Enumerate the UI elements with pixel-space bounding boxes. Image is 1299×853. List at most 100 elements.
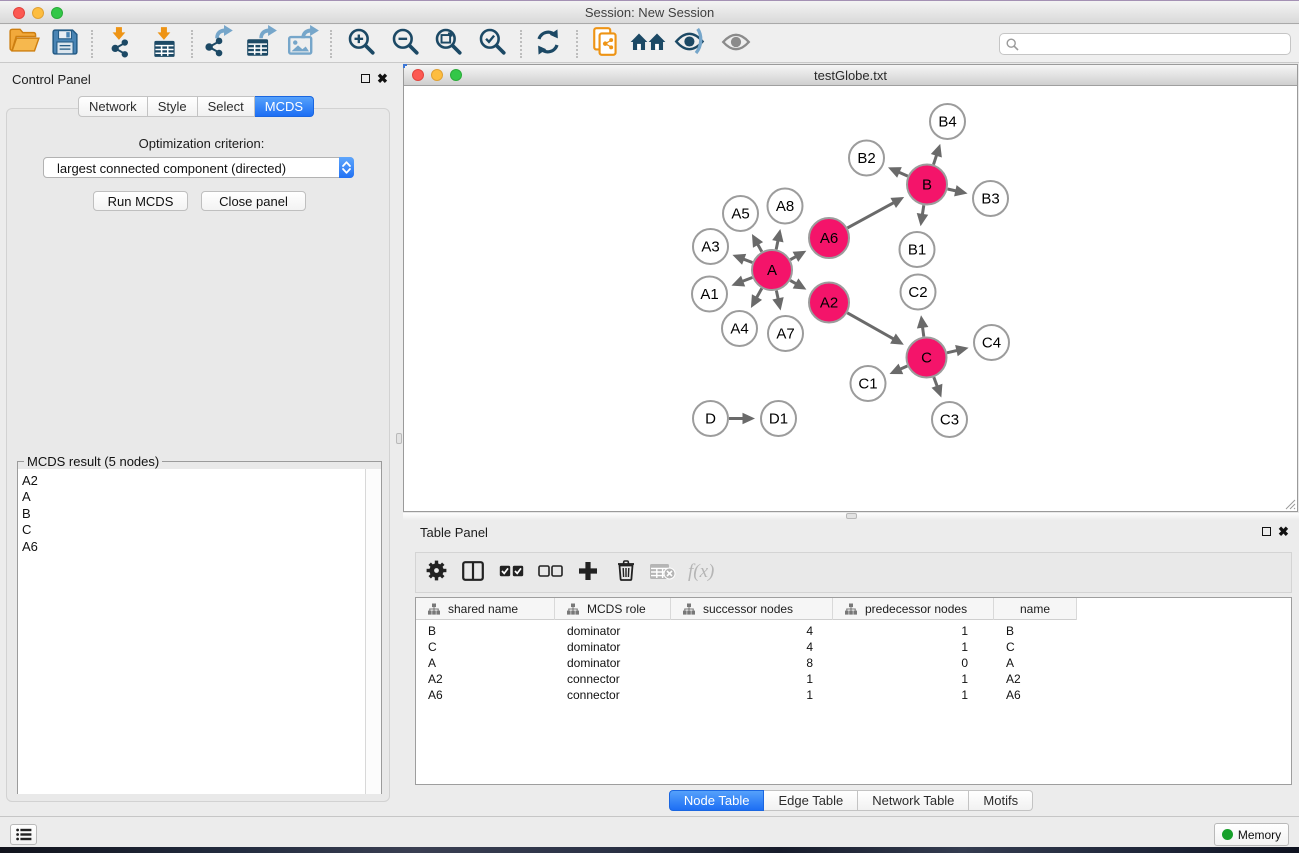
column-header-name[interactable]: name — [994, 598, 1077, 620]
float-panel-icon[interactable] — [361, 74, 370, 83]
toolbar-button-save-session[interactable] — [46, 28, 84, 60]
control-panel-title: Control Panel — [12, 72, 91, 87]
graph-node-B2[interactable]: B2 — [849, 141, 884, 176]
tab-mcds[interactable]: MCDS — [255, 96, 314, 117]
graph-node-A[interactable]: A — [752, 250, 792, 290]
graph-node-C1[interactable]: C1 — [851, 366, 886, 401]
tab-network[interactable]: Network — [78, 96, 148, 117]
table-tab-motifs[interactable]: Motifs — [969, 790, 1033, 811]
network-window-title: testGlobe.txt — [404, 68, 1297, 83]
bottom-split-divider-grip[interactable] — [846, 513, 857, 519]
table-cell: A2 — [1006, 672, 1021, 686]
criterion-combobox[interactable]: largest connected component (directed) — [43, 157, 354, 178]
memory-label: Memory — [1238, 828, 1281, 842]
show-all-icon — [720, 29, 752, 60]
table-row-A2[interactable]: A2connector11A2 — [416, 671, 1291, 687]
table-panel-close-icon[interactable]: ✖ — [1278, 524, 1289, 540]
table-panel-float-icon[interactable] — [1262, 527, 1271, 536]
table-toolbar-button-show-column-panel[interactable] — [457, 558, 489, 588]
graph-node-C2[interactable]: C2 — [901, 275, 936, 310]
graph-node-A2[interactable]: A2 — [809, 283, 849, 323]
network-window-resize-grip[interactable] — [1284, 498, 1296, 510]
graph-node-A4[interactable]: A4 — [722, 311, 757, 346]
table-cell: 8 — [671, 656, 813, 670]
graph-node-A7[interactable]: A7 — [768, 316, 803, 351]
mcds-result-item[interactable]: A — [22, 489, 31, 504]
window-title: Session: New Session — [0, 5, 1299, 20]
close-panel-button[interactable]: Close panel — [201, 191, 306, 211]
toolbar-button-export-network[interactable] — [200, 28, 238, 60]
table-tabs-wrap: Node TableEdge TableNetwork TableMotifs — [403, 790, 1299, 811]
graph-node-D[interactable]: D — [693, 401, 728, 436]
toolbar-button-zoom-out[interactable] — [386, 28, 424, 60]
export-table-icon — [245, 25, 278, 63]
graph-node-A1[interactable]: A1 — [692, 277, 727, 312]
toolbar-button-zoom-fit-content[interactable] — [430, 28, 468, 60]
table-row-A6[interactable]: A6connector11A6 — [416, 687, 1291, 703]
close-panel-icon[interactable]: ✖ — [377, 71, 388, 87]
table-toolbar-button-select-all-columns[interactable] — [495, 558, 527, 588]
table-row-A[interactable]: Adominator80A — [416, 655, 1291, 671]
table-toolbar-button-table-options[interactable] — [420, 558, 452, 588]
network-window-titlebar[interactable]: testGlobe.txt — [404, 65, 1297, 86]
graph-node-B1[interactable]: B1 — [900, 232, 935, 267]
svg-text:D1: D1 — [769, 411, 788, 428]
graph-node-C3[interactable]: C3 — [932, 402, 967, 437]
run-mcds-button[interactable]: Run MCDS — [93, 191, 188, 211]
toolbar-button-open-session[interactable] — [5, 28, 43, 60]
table-tab-network-table[interactable]: Network Table — [858, 790, 969, 811]
column-header-MCDS-role[interactable]: MCDS role — [555, 598, 671, 620]
search-box[interactable] — [999, 33, 1291, 55]
left-split-divider-grip[interactable] — [396, 433, 402, 444]
toolbar-button-copy-network-view[interactable] — [588, 28, 626, 60]
memory-button[interactable]: Memory — [1214, 823, 1289, 846]
task-history-button[interactable] — [10, 824, 37, 845]
toolbar-button-show-all[interactable] — [717, 28, 755, 60]
mcds-result-list[interactable]: A2ABC A6 — [18, 469, 381, 794]
graph-node-B3[interactable]: B3 — [973, 181, 1008, 216]
svg-text:B1: B1 — [908, 242, 926, 259]
tab-style[interactable]: Style — [148, 96, 198, 117]
mcds-result-scrollbar[interactable] — [365, 469, 381, 794]
toolbar-button-first-neighbors[interactable] — [629, 28, 667, 60]
mcds-result-item[interactable]: C — [22, 522, 31, 537]
graph-node-B4[interactable]: B4 — [930, 104, 965, 139]
table-cell: A — [1006, 656, 1014, 670]
column-header-predecessor-nodes[interactable]: predecessor nodes — [833, 598, 994, 620]
network-graph-canvas[interactable]: A A1 A2 A3 A4 A5 A6 A7 A8 B B1 B2 B3 B4 C C1 C2 C3 C4 D D1 — [404, 86, 1297, 511]
graph-node-A5[interactable]: A5 — [723, 196, 758, 231]
graph-node-C[interactable]: C — [907, 338, 947, 378]
toolbar-button-import-table-from-file[interactable] — [146, 28, 184, 60]
table-tab-node-table[interactable]: Node Table — [669, 790, 765, 811]
toolbar-separator — [520, 30, 522, 58]
mcds-result-item[interactable]: B — [22, 506, 31, 521]
toolbar-button-hide-selected[interactable] — [672, 28, 710, 60]
search-input[interactable] — [1022, 35, 1282, 53]
graph-node-C4[interactable]: C4 — [974, 325, 1009, 360]
table-options-icon — [426, 560, 447, 586]
table-toolbar-button-create-new-column[interactable] — [572, 558, 604, 588]
table-cell: 1 — [833, 672, 968, 686]
toolbar-button-apply-preferred-layout[interactable] — [529, 28, 567, 60]
table-toolbar-button-delete-columns[interactable] — [610, 558, 642, 588]
tab-select[interactable]: Select — [198, 96, 255, 117]
graph-node-A3[interactable]: A3 — [693, 229, 728, 264]
column-header-shared-name[interactable]: shared name — [416, 598, 555, 620]
table-tab-edge-table[interactable]: Edge Table — [764, 790, 858, 811]
graph-node-D1[interactable]: D1 — [761, 401, 796, 436]
column-header-successor-nodes[interactable]: successor nodes — [671, 598, 833, 620]
toolbar-button-import-network-from-file[interactable] — [101, 28, 139, 60]
toolbar-button-zoom-selected-region[interactable] — [474, 28, 512, 60]
table-row-B[interactable]: Bdominator41B — [416, 623, 1291, 639]
mcds-result-item[interactable]: A2 — [22, 473, 38, 488]
toolbar-button-export-image[interactable] — [284, 28, 322, 60]
graph-node-B[interactable]: B — [907, 165, 947, 205]
mcds-result-item[interactable]: A6 — [22, 539, 38, 554]
toolbar-button-zoom-in[interactable] — [343, 28, 381, 60]
table-cell: 1 — [833, 688, 968, 702]
table-row-C[interactable]: Cdominator41C — [416, 639, 1291, 655]
graph-node-A6[interactable]: A6 — [809, 218, 849, 258]
graph-node-A8[interactable]: A8 — [768, 189, 803, 224]
toolbar-button-export-table[interactable] — [243, 28, 281, 60]
table-toolbar-button-unselect-all-columns[interactable] — [534, 558, 566, 588]
